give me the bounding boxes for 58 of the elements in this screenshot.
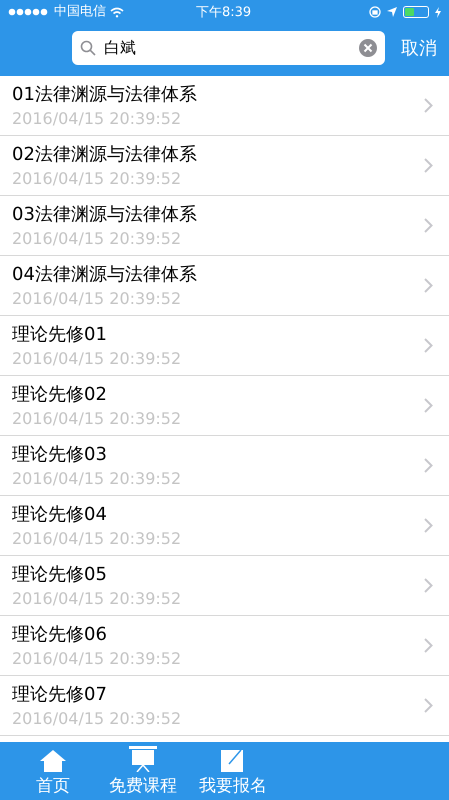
presentation-board-icon (129, 746, 157, 772)
chevron-icon (424, 278, 433, 293)
home-icon (40, 750, 66, 772)
carrier-name: 中国电信 (54, 3, 106, 22)
chevron-icon (424, 638, 433, 653)
result-title: 理论先修02 (12, 382, 108, 406)
result-date: 2016/04/15 20:39:52 (12, 348, 182, 370)
result-row[interactable]: 03法律渊源与法律体系 2016/04/15 20:39:52 (0, 196, 449, 256)
result-row[interactable]: 理论先修07 2016/04/15 20:39:52 (0, 676, 449, 736)
location-icon (387, 7, 397, 17)
result-date: 2016/04/15 20:39:52 (12, 528, 182, 550)
chevron-icon (424, 698, 433, 713)
chevron-icon (424, 578, 433, 593)
result-row[interactable]: 理论先修06 2016/04/15 20:39:52 (0, 616, 449, 676)
result-row[interactable]: 理论先修05 2016/04/15 20:39:52 (0, 556, 449, 616)
result-row[interactable]: 理论先修04 2016/04/15 20:39:52 (0, 496, 449, 556)
signal-icon (8, 8, 50, 16)
edit-icon (221, 748, 245, 772)
result-date: 2016/04/15 20:39:52 (12, 708, 182, 730)
result-date: 2016/04/15 20:39:52 (12, 588, 182, 610)
result-title: 理论先修05 (12, 562, 108, 586)
result-date: 2016/04/15 20:39:52 (12, 228, 182, 250)
clear-icon[interactable] (359, 39, 377, 57)
chevron-icon (424, 458, 433, 473)
result-date: 2016/04/15 20:39:52 (12, 468, 182, 490)
result-title: 04法律渊源与法律体系 (12, 262, 198, 286)
wifi-icon (110, 6, 124, 18)
charging-icon (435, 6, 441, 18)
result-title: 理论先修06 (12, 622, 108, 646)
search-field[interactable]: 白斌 (72, 31, 385, 65)
chevron-icon (424, 218, 433, 233)
result-title: 理论先修01 (12, 322, 108, 346)
result-row[interactable]: 02法律渊源与法律体系 2016/04/15 20:39:52 (0, 136, 449, 196)
chevron-icon (424, 158, 433, 173)
result-title: 理论先修07 (12, 682, 108, 706)
chevron-icon (424, 338, 433, 353)
chevron-icon (424, 398, 433, 413)
result-row[interactable]: 理论先修02 2016/04/15 20:39:52 (0, 376, 449, 436)
status-time: 下午8:39 (196, 4, 252, 22)
result-row[interactable]: 04法律渊源与法律体系 2016/04/15 20:39:52 (0, 256, 449, 316)
rotation-lock-icon (369, 6, 381, 18)
result-date: 2016/04/15 20:39:52 (12, 168, 182, 190)
result-date: 2016/04/15 20:39:52 (12, 408, 182, 430)
result-date: 2016/04/15 20:39:52 (12, 288, 182, 310)
result-title: 03法律渊源与法律体系 (12, 202, 198, 226)
result-title: 02法律渊源与法律体系 (12, 142, 198, 166)
result-date: 2016/04/15 20:39:52 (12, 648, 182, 670)
search-icon (80, 40, 96, 56)
battery-icon (403, 6, 429, 18)
chevron-icon (424, 98, 433, 113)
chevron-icon (424, 518, 433, 533)
result-row[interactable]: 理论先修01 2016/04/15 20:39:52 (0, 316, 449, 376)
result-date: 2016/04/15 20:39:52 (12, 108, 182, 130)
result-title: 01法律渊源与法律体系 (12, 82, 198, 106)
result-row[interactable]: 01法律渊源与法律体系 2016/04/15 20:39:52 (0, 76, 449, 136)
result-row[interactable]: 理论先修03 2016/04/15 20:39:52 (0, 436, 449, 496)
result-title: 理论先修03 (12, 442, 108, 466)
result-title: 理论先修04 (12, 502, 108, 526)
